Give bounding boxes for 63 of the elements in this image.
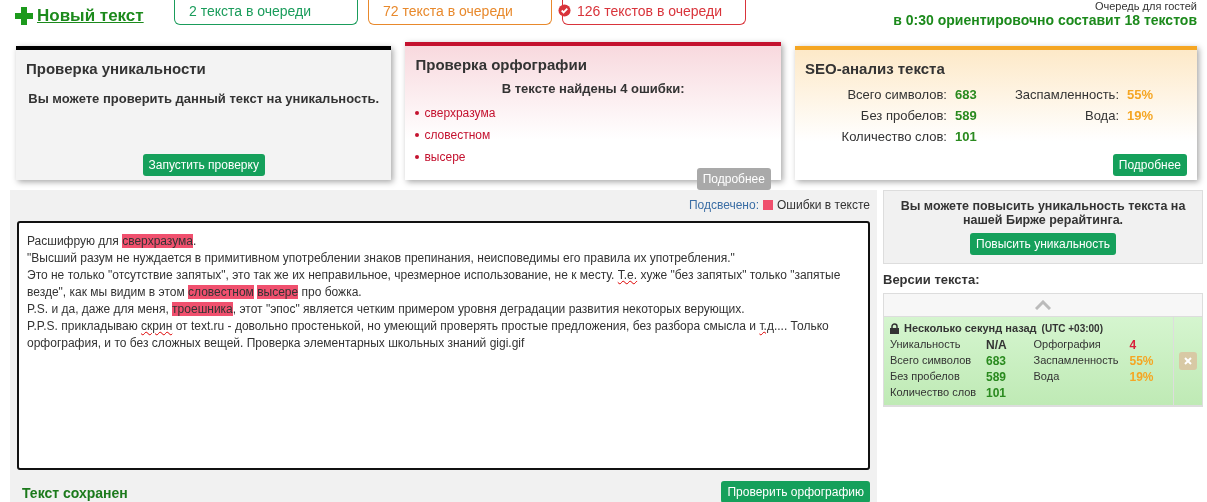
card-title: SEO-анализ текста (804, 60, 946, 77)
stat-label: Без пробелов: (859, 108, 948, 123)
version-stat-label: Количество слов (890, 386, 978, 400)
close-icon (1184, 357, 1192, 365)
version-stat-value: 4 (1129, 338, 1138, 352)
version-timezone: (UTC +03:00) (1041, 322, 1103, 334)
stat-label: Заспамленность: (1014, 87, 1120, 102)
text-paragraph: P.P.S. прикладываю скрин от text.ru - довольно простенькой, но умеющий проверять простые предложения, без разбора смысла и т.д.... Только орфография, и то без сложных вещей. Проверка элементарных школьных знаний gigi.gif (27, 318, 830, 352)
stat-label: Количество слов: (840, 129, 948, 144)
stat-label: Всего символов: (846, 87, 948, 102)
error-word[interactable]: словестном (415, 128, 771, 142)
versions-title: Версии текста: (883, 272, 981, 287)
text-paragraph: Это не только "отсутствие запятых", это так же их неправильное, чрезмерное использование, не к месту. Т.е. хуже "без запятых" только "запятые везде", как мы видим в этом словестном высере про божка. (27, 267, 842, 301)
card-title: Проверка уникальности (26, 60, 207, 77)
highlighted-error: словестном (188, 285, 254, 299)
check-spelling-button[interactable]: Проверить орфографию (721, 481, 870, 502)
version-stat-value: 101 (986, 386, 1008, 400)
version-stat-value: N/A (986, 338, 1008, 352)
details-button[interactable]: Подробнее (1112, 154, 1187, 176)
delete-button[interactable] (1179, 352, 1197, 370)
increase-uniqueness-button[interactable]: Повысить уникальность (970, 233, 1116, 255)
promo-text: Вы можете повысить уникальность текста на нашей Бирже рерайтинга. (899, 199, 1187, 227)
version-stat-label: Вода (1033, 370, 1061, 384)
error-swatch-icon (763, 200, 773, 210)
errors-summary: В тексте найдены 4 ошибки: (500, 81, 686, 96)
guest-queue-title: Очередь для гостей (1093, 0, 1197, 12)
version-stat-value: 19% (1129, 370, 1155, 384)
plus-icon (14, 6, 34, 26)
version-item[interactable]: Несколько секунд назад (UTC +03:00) Уникальность N/A Всего символов 683 Без пробелов 589 Количество слов 101 Орфография 4 Заспамленность 55% Вода 19% (884, 317, 1202, 406)
card-title: Проверка орфографии (415, 56, 588, 73)
guest-queue-estimate: в 0:30 ориентировочно составит 18 текстов (893, 12, 1197, 28)
version-stat-label: Заспамленность (1033, 354, 1120, 368)
version-stat-label: Всего символов (890, 354, 973, 368)
version-time: Несколько секунд назад (904, 322, 1037, 334)
highlighted-error: высере (257, 285, 299, 299)
version-stat-label: Без пробелов (890, 370, 961, 384)
save-status: Текст сохранен (21, 485, 128, 501)
text-paragraph: "Высший разум не нуждается в примитивном употреблении знаков препинания, неисповедимы его правила их употребления." (27, 250, 736, 267)
stat-value: 589 (954, 108, 978, 123)
legend-item: Ошибки в тексте (777, 198, 870, 212)
error-word[interactable]: высере (415, 150, 771, 164)
stat-value: 683 (954, 87, 978, 102)
text-paragraph: P.S. и да, даже для меня, троешника, этот "эпос" является четким примером уровня деградации развития некоторых верующих. (27, 301, 746, 318)
version-stat-value: 589 (986, 370, 1008, 384)
version-stat-label: Уникальность (890, 338, 962, 352)
uniqueness-message: Вы можете проверить данный текст на уникальность. (27, 91, 381, 106)
queue-badge[interactable]: 2 текста в очереди (174, 0, 358, 25)
text-editor[interactable] (17, 221, 870, 470)
version-stat-value: 683 (986, 354, 1008, 368)
stat-label: Вода: (1083, 108, 1120, 123)
version-stat-label: Орфография (1033, 338, 1102, 352)
stat-value: 101 (954, 129, 978, 144)
stat-value: 19% (1127, 108, 1155, 123)
version-stat-value: 55% (1129, 354, 1155, 368)
text-paragraph: Расшифрую для сверхразума. (27, 233, 198, 250)
start-check-button[interactable]: Запустить проверку (142, 154, 265, 176)
new-text-link[interactable]: Новый текст (14, 6, 164, 26)
error-word[interactable]: сверхразума (415, 106, 771, 120)
highlighted-error: троешника (172, 302, 233, 316)
chevron-up-icon[interactable] (1035, 300, 1051, 310)
legend-label: Подсвечено: (688, 198, 759, 212)
queue-badge[interactable]: 72 текста в очереди (368, 0, 552, 25)
stat-value: 55% (1127, 87, 1155, 102)
